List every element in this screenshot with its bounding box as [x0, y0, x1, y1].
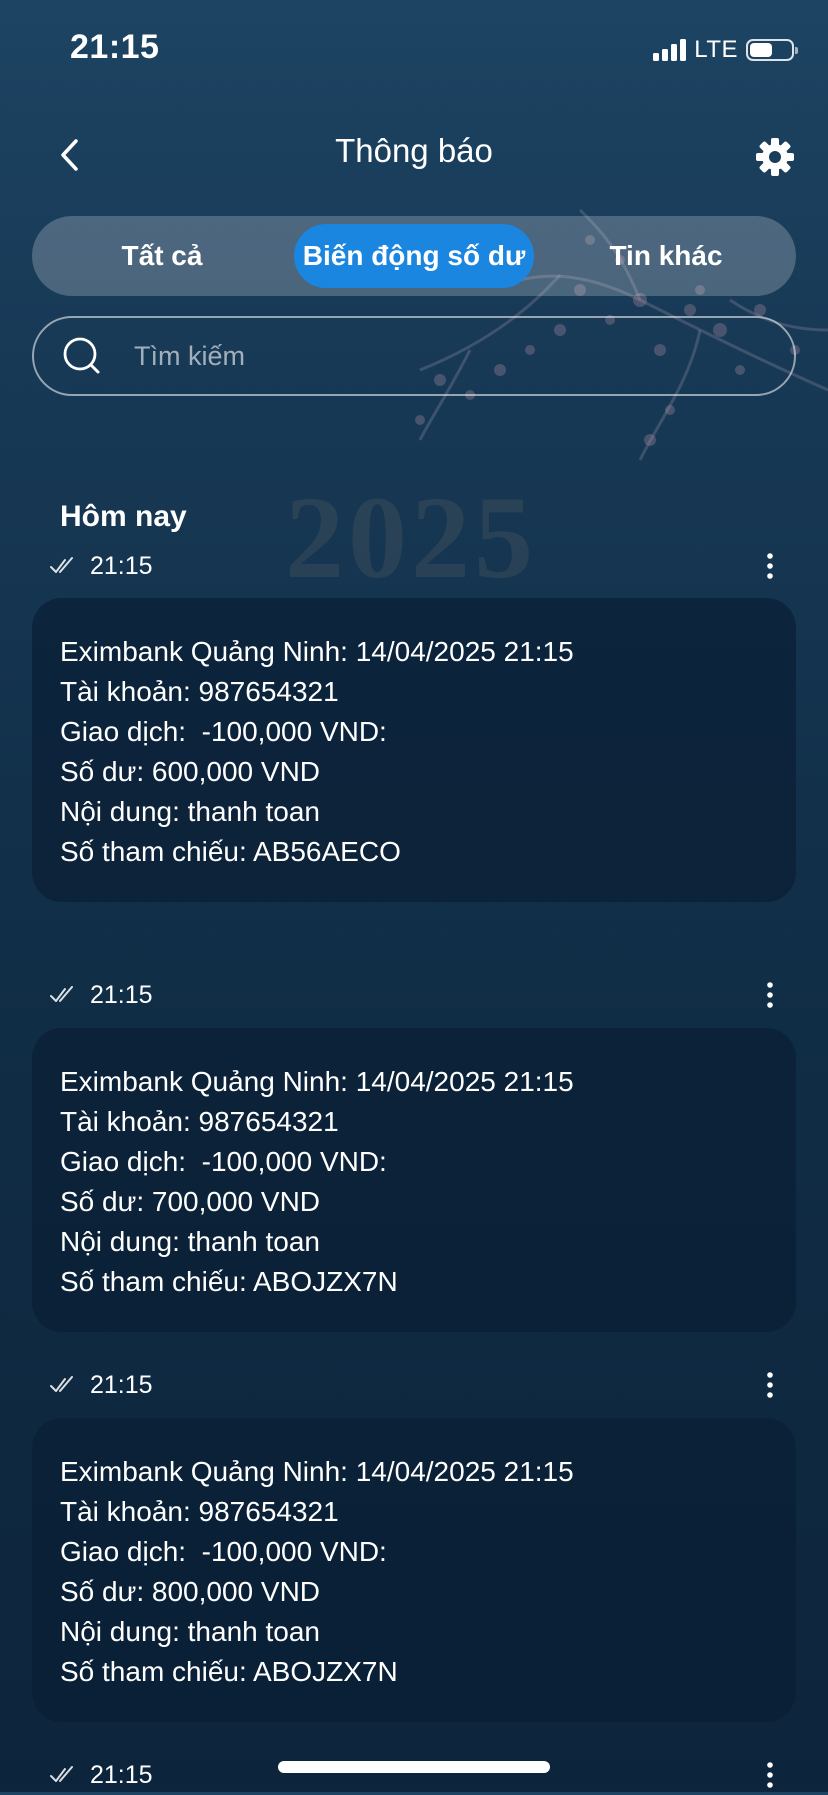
more-options-button[interactable] [750, 975, 790, 1015]
message-line: Số dư: 800,000 VND [60, 1576, 321, 1607]
message-line: Eximbank Quảng Ninh: 14/04/2025 21:15 [60, 1066, 574, 1097]
search-box[interactable] [32, 316, 796, 396]
more-options-button[interactable] [750, 546, 790, 586]
message-line: Số tham chiếu: ABOJZX7N [60, 1656, 398, 1687]
message-line: Giao dịch: -100,000 VND: [60, 1146, 387, 1177]
search-input[interactable] [132, 339, 696, 373]
message-meta-row: 21:15 [50, 975, 790, 1015]
gear-icon [756, 138, 794, 176]
more-vertical-icon [767, 982, 773, 1008]
message-time: 21:15 [90, 980, 153, 1009]
double-check-icon [50, 1374, 80, 1396]
more-options-button[interactable] [750, 1365, 790, 1405]
message-card[interactable]: Eximbank Quảng Ninh: 14/04/2025 21:15 Tà… [32, 598, 796, 902]
navigation-bar: Thông báo [0, 110, 828, 200]
more-vertical-icon [767, 1372, 773, 1398]
message-meta-row: 21:15 [50, 546, 790, 586]
double-check-icon [50, 1764, 80, 1786]
double-check-icon [50, 984, 80, 1006]
message-line: Nội dung: thanh toan [60, 1616, 320, 1647]
section-title-today: Hôm nay [60, 500, 187, 533]
more-vertical-icon [767, 553, 773, 579]
message-card[interactable]: Eximbank Quảng Ninh: 14/04/2025 21:15 Tà… [32, 1028, 796, 1332]
message-card[interactable]: Eximbank Quảng Ninh: 14/04/2025 21:15 Tà… [32, 1418, 796, 1722]
settings-button[interactable] [752, 134, 798, 180]
signal-icon [653, 39, 687, 61]
battery-icon [746, 39, 798, 61]
tab-all[interactable]: Tất cả [40, 224, 284, 288]
message-time: 21:15 [90, 551, 153, 580]
message-line: Tài khoản: 987654321 [60, 1496, 339, 1527]
more-vertical-icon [767, 1762, 773, 1788]
search-icon [60, 334, 104, 378]
message-meta-row: 21:15 [50, 1365, 790, 1405]
tab-balance-changes[interactable]: Biến động số dư [294, 224, 534, 288]
battery-level-fill [750, 43, 772, 57]
message-line: Nội dung: thanh toan [60, 1226, 320, 1257]
message-line: Tài khoản: 987654321 [60, 676, 339, 707]
message-time: 21:15 [90, 1370, 153, 1399]
home-indicator[interactable] [278, 1761, 550, 1773]
message-line: Tài khoản: 987654321 [60, 1106, 339, 1137]
more-options-button[interactable] [750, 1755, 790, 1795]
page-title: Thông báo [335, 132, 493, 169]
status-time: 21:15 [70, 28, 160, 66]
message-line: Nội dung: thanh toan [60, 796, 320, 827]
status-bar: 21:15 LTE [0, 0, 828, 100]
filter-tabs: Tất cả Biến động số dư Tin khác [32, 216, 796, 296]
message-line: Số tham chiếu: AB56AECO [60, 836, 401, 867]
message-line: Số dư: 600,000 VND [60, 756, 321, 787]
status-indicators: LTE [653, 36, 798, 64]
tab-other-messages[interactable]: Tin khác [544, 224, 788, 288]
network-type: LTE [694, 36, 738, 63]
message-line: Giao dịch: -100,000 VND: [60, 1536, 387, 1567]
message-line: Giao dịch: -100,000 VND: [60, 716, 387, 747]
message-line: Eximbank Quảng Ninh: 14/04/2025 21:15 [60, 636, 574, 667]
message-line: Eximbank Quảng Ninh: 14/04/2025 21:15 [60, 1456, 574, 1487]
message-line: Số tham chiếu: ABOJZX7N [60, 1266, 398, 1297]
message-line: Số dư: 700,000 VND [60, 1186, 321, 1217]
message-time: 21:15 [90, 1760, 153, 1789]
double-check-icon [50, 555, 80, 577]
